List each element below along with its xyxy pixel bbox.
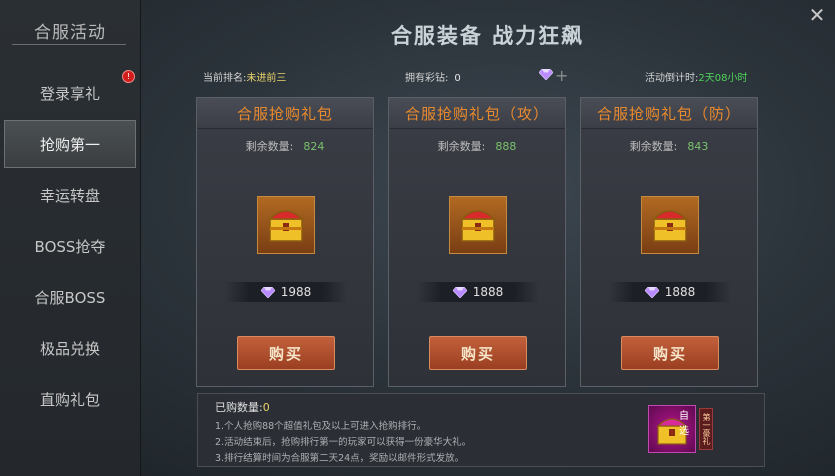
rules-panel: 已购数量:0 1.个人抢购88个超值礼包及以上可进入抢购排行。 2.活动结束后，… — [197, 393, 765, 467]
reward-tag: 自选 — [679, 411, 689, 437]
gift-card: 合服抢购礼包（防） 剩余数量: 843 1888 购买 — [580, 97, 758, 387]
page-title: 合服装备 战力狂飙 — [390, 24, 585, 48]
diamond-info: 拥有彩钻: 0 — [405, 69, 461, 84]
remaining-label: 剩余数量: — [437, 140, 486, 153]
buy-button[interactable]: 购买 — [429, 336, 527, 370]
sidebar-item-login-gift[interactable]: 登录享礼 — [4, 69, 136, 117]
treasure-chest-icon[interactable] — [449, 196, 507, 254]
notification-badge: ! — [122, 70, 135, 83]
rank-label: 当前排名: — [203, 73, 247, 84]
rule-line: 3.排行结算时间为合服第二天24点，奖励以邮件形式发放。 — [215, 453, 465, 464]
bought-count: 已购数量:0 — [215, 399, 270, 415]
sidebar-title: 合服活动 — [34, 23, 106, 43]
countdown-value: 2天08小时 — [698, 73, 748, 84]
rule-line: 2.活动结束后，抢购排行第一的玩家可以获得一份豪华大礼。 — [215, 437, 472, 448]
diamond-icon — [452, 286, 467, 298]
price-bar: 1888 — [417, 282, 539, 302]
price-value: 1888 — [472, 285, 504, 299]
card-title: 合服抢购礼包（攻） — [389, 98, 565, 129]
gift-card: 合服抢购礼包（攻） 剩余数量: 888 1888 购买 — [388, 97, 566, 387]
top-reward-chest-icon[interactable]: 自选 — [648, 405, 696, 453]
rank-value: 未进前三 — [246, 73, 287, 84]
treasure-chest-icon[interactable] — [257, 196, 315, 254]
card-title: 合服抢购礼包（防） — [581, 98, 757, 129]
diamond-icon — [260, 286, 275, 298]
sidebar: 合服活动 登录享礼 ! 抢购第一 幸运转盘 BOSS抢夺 合服BOSS 极品兑换… — [0, 0, 141, 476]
bought-label: 已购数量: — [215, 401, 263, 414]
buy-button[interactable]: 购买 — [621, 336, 719, 370]
remaining-label: 剩余数量: — [245, 140, 294, 153]
remaining-count: 824 — [303, 140, 325, 153]
sidebar-item-direct-buy[interactable]: 直购礼包 — [4, 375, 136, 423]
countdown-info: 活动倒计时:2天08小时 — [645, 69, 747, 84]
remaining-count: 888 — [495, 140, 517, 153]
remaining-count: 843 — [687, 140, 709, 153]
sidebar-item-lucky-wheel[interactable]: 幸运转盘 — [4, 171, 136, 219]
add-diamond-button[interactable]: + — [555, 66, 568, 85]
price-value: 1988 — [280, 285, 312, 299]
price-bar: 1988 — [225, 282, 347, 302]
card-title: 合服抢购礼包 — [197, 98, 373, 129]
buy-button[interactable]: 购买 — [237, 336, 335, 370]
gift-card: 合服抢购礼包 剩余数量: 824 1988 购买 — [196, 97, 374, 387]
diamond-icon — [644, 286, 659, 298]
sidebar-item-exchange[interactable]: 极品兑换 — [4, 324, 136, 372]
reward-side-label: 第一豪礼 — [699, 408, 713, 450]
diamond-icon — [539, 69, 553, 80]
card-remaining: 剩余数量: 824 — [197, 138, 373, 154]
price-value: 1888 — [664, 285, 696, 299]
card-remaining: 剩余数量: 843 — [581, 138, 757, 154]
sidebar-divider — [12, 44, 126, 45]
remaining-label: 剩余数量: — [629, 140, 678, 153]
sidebar-item-rush-buy[interactable]: 抢购第一 — [4, 120, 136, 168]
sidebar-item-boss-plunder[interactable]: BOSS抢夺 — [4, 222, 136, 270]
bought-value: 0 — [262, 401, 270, 414]
diamond-value: 0 — [454, 73, 461, 84]
diamond-label: 拥有彩钻: — [405, 73, 449, 84]
countdown-label: 活动倒计时: — [645, 73, 699, 84]
price-bar: 1888 — [609, 282, 731, 302]
close-icon[interactable]: ✕ — [806, 4, 828, 26]
rule-line: 1.个人抢购88个超值礼包及以上可进入抢购排行。 — [215, 421, 427, 432]
rank-info: 当前排名:未进前三 — [203, 69, 286, 84]
treasure-chest-icon[interactable] — [641, 196, 699, 254]
sidebar-item-merge-boss[interactable]: 合服BOSS — [4, 273, 136, 321]
card-remaining: 剩余数量: 888 — [389, 138, 565, 154]
